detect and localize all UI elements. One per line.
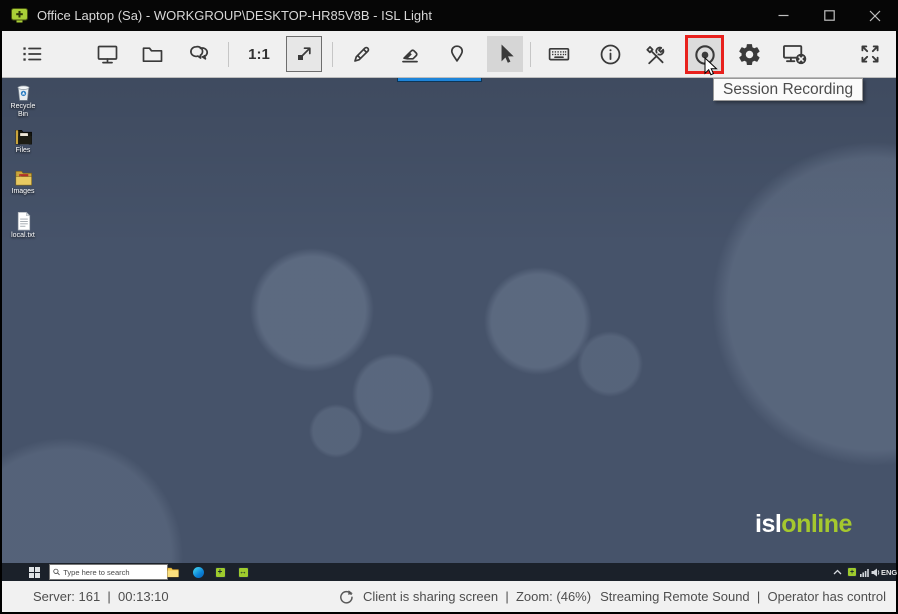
titlebar: Office Laptop (Sa) - WORKGROUP\DESKTOP-H… — [0, 0, 898, 31]
desktop-icon-files[interactable]: Files — [5, 125, 41, 155]
pencil-icon — [349, 42, 375, 66]
laser-pointer-button[interactable] — [439, 36, 475, 72]
fullscreen-button[interactable] — [852, 36, 888, 72]
monitor-icon — [95, 42, 120, 66]
window-title: Office Laptop (Sa) - WORKGROUP\DESKTOP-H… — [37, 8, 432, 23]
search-input[interactable] — [63, 568, 164, 577]
statusbar: Server: 161 | 00:13:10 Client is sharing… — [2, 581, 896, 612]
scale-1-1-button[interactable]: 1:1 — [241, 36, 277, 72]
isl-light-window: Office Laptop (Sa) - WORKGROUP\DESKTOP-H… — [0, 0, 898, 614]
files-folder-icon — [13, 125, 34, 146]
desktop-icon-label: Recycle Bin — [5, 103, 41, 119]
taskbar-isl-light-icon[interactable]: + — [214, 566, 226, 578]
erase-button[interactable] — [392, 36, 428, 72]
fit-screen-button[interactable] — [286, 36, 322, 72]
islonline-logo: islonline — [755, 509, 852, 539]
taskbar-edge-icon[interactable] — [192, 566, 204, 578]
session-recording-tooltip: Session Recording — [713, 78, 863, 101]
remote-taskbar: + ↔ + ENG — [2, 563, 896, 581]
status-sharing-zoom-text: Client is sharing screen | Zoom: (46%) — [363, 581, 591, 612]
monitors-button[interactable] — [89, 36, 125, 72]
info-icon — [598, 42, 623, 67]
window-controls — [760, 0, 898, 31]
info-button[interactable] — [592, 36, 628, 72]
tools-button[interactable] — [637, 36, 673, 72]
settings-button[interactable] — [731, 36, 767, 72]
desktop-icon-recycle-bin[interactable]: Recycle Bin — [5, 81, 41, 119]
desktop-icon-local-txt[interactable]: local.txt — [5, 210, 41, 240]
taskbar-search-box[interactable] — [49, 564, 168, 580]
session-menu-button[interactable] — [14, 36, 50, 72]
tools-icon — [642, 42, 668, 67]
taskbar-isl-connect-icon[interactable]: ↔ — [237, 566, 249, 578]
recycle-bin-icon — [13, 81, 34, 102]
sync-icon — [338, 589, 354, 605]
pointer-pin-icon — [445, 42, 469, 66]
end-session-icon — [780, 41, 810, 67]
desktop-icon-images[interactable]: Images — [5, 166, 41, 196]
windows-start-icon[interactable] — [29, 567, 40, 578]
session-list-icon — [19, 42, 45, 66]
chat-button[interactable] — [181, 36, 217, 72]
minimize-button[interactable] — [760, 0, 806, 31]
taskbar-file-explorer-icon[interactable] — [167, 566, 179, 578]
chat-icon — [186, 42, 212, 66]
tray-isl-icon[interactable]: + — [847, 563, 857, 581]
minimize-icon — [778, 10, 789, 21]
toolbar-separator — [332, 42, 333, 67]
fit-screen-icon — [292, 42, 316, 66]
maximize-button[interactable] — [806, 0, 852, 31]
text-file-icon — [13, 210, 34, 231]
file-transfer-button[interactable] — [134, 36, 170, 72]
mouse-pointer-icon — [704, 57, 720, 79]
keyboard-button[interactable] — [541, 36, 577, 72]
status-server-timer: Server: 161 | 00:13:10 — [33, 581, 169, 612]
remote-desktop-view[interactable]: Recycle Bin Files Images — [2, 78, 896, 563]
toolbar: 1:1 — [2, 31, 896, 78]
draw-button[interactable] — [344, 36, 380, 72]
cursor-arrow-icon — [492, 41, 518, 67]
desktop-icon-label: local.txt — [5, 232, 41, 240]
tray-speaker-icon[interactable] — [871, 563, 881, 581]
remote-isl-tab — [397, 78, 482, 82]
search-icon — [53, 568, 60, 576]
toolbar-separator — [530, 42, 531, 67]
tray-chevron-up-icon[interactable] — [833, 563, 842, 581]
select-cursor-button[interactable] — [487, 36, 523, 72]
desktop-icon-label: Files — [5, 147, 41, 155]
scale-1-1-label: 1:1 — [248, 46, 270, 63]
close-button[interactable] — [852, 0, 898, 31]
desktop-icon-label: Images — [5, 188, 41, 196]
keyboard-icon — [545, 42, 573, 66]
gear-icon — [737, 42, 762, 67]
status-sound-control: Streaming Remote Sound | Operator has co… — [600, 581, 886, 612]
fullscreen-icon — [857, 41, 883, 67]
end-session-button[interactable] — [777, 36, 813, 72]
toolbar-separator — [228, 42, 229, 67]
images-folder-icon — [13, 166, 34, 187]
isl-light-app-icon — [11, 8, 28, 23]
close-icon — [869, 10, 881, 22]
islonline-logo-isl: isl — [755, 510, 781, 538]
maximize-icon — [824, 10, 835, 21]
status-sharing-zoom: Client is sharing screen | Zoom: (46%) — [338, 581, 591, 612]
tray-language-indicator[interactable]: ENG — [881, 563, 897, 581]
eraser-icon — [397, 42, 423, 66]
tray-network-icon[interactable] — [860, 563, 869, 581]
folder-icon — [140, 42, 165, 66]
islonline-logo-online: online — [781, 510, 852, 538]
